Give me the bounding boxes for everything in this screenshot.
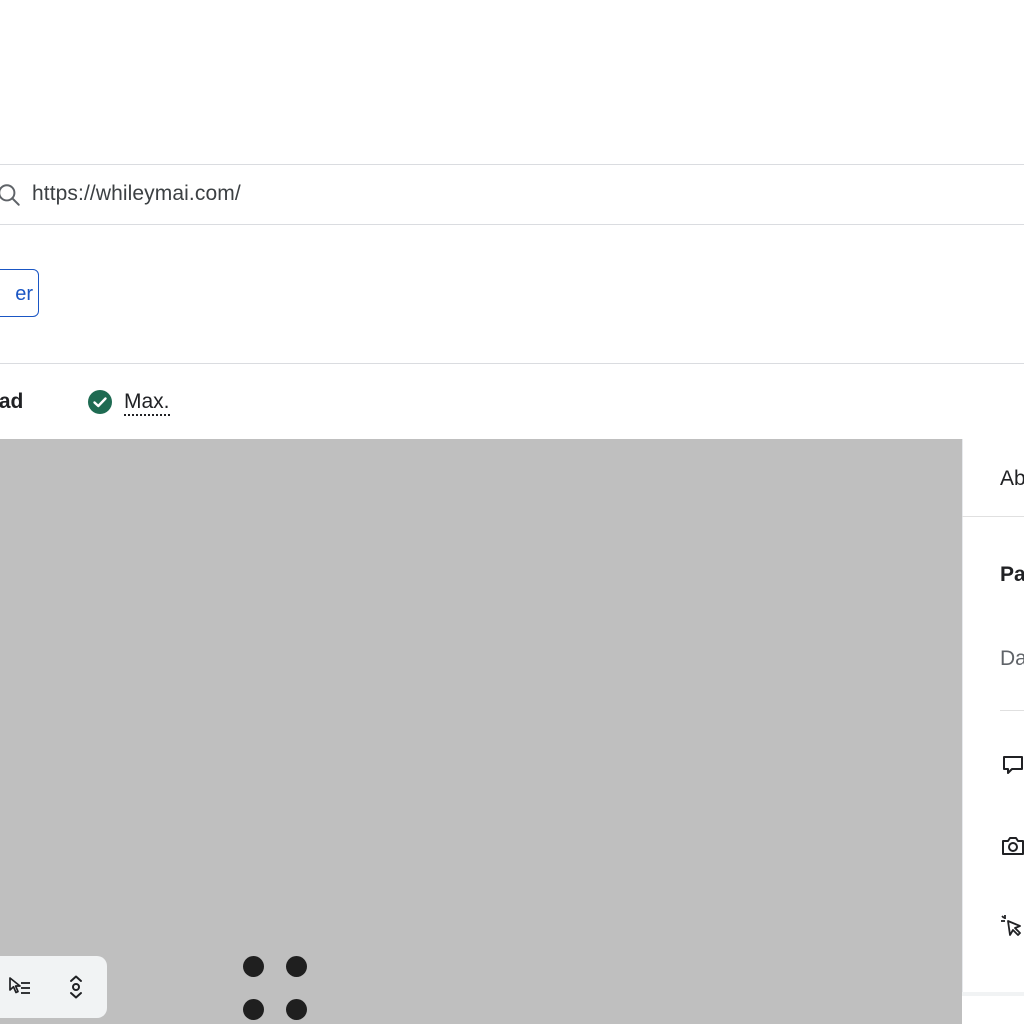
- partial-button-label: er: [15, 283, 33, 305]
- drag-dot: [243, 999, 264, 1020]
- right-panel-tab[interactable]: Ab: [1000, 467, 1024, 491]
- url-text[interactable]: https://whileymai.com/: [32, 182, 241, 206]
- right-panel-tab-divider: [962, 516, 1024, 517]
- url-bar[interactable]: https://whileymai.com/: [0, 165, 1024, 224]
- partial-button[interactable]: er: [0, 269, 39, 317]
- check-circle-icon: [88, 390, 112, 414]
- drag-dot: [286, 956, 307, 977]
- right-panel-border: [962, 439, 963, 1024]
- floating-toolbar: [0, 956, 107, 1018]
- right-panel-section-title: Pa: [1000, 563, 1024, 586]
- select-list-icon[interactable]: [6, 973, 34, 1001]
- drag-dots-icon[interactable]: [243, 956, 311, 1024]
- drag-dot: [286, 999, 307, 1020]
- max-label[interactable]: Max.: [124, 390, 170, 416]
- url-divider: [0, 224, 1024, 225]
- chat-reply-icon[interactable]: [1000, 752, 1024, 778]
- click-cursor-icon[interactable]: [1000, 913, 1024, 939]
- status-row: oad Max.: [0, 364, 1024, 438]
- expand-vertical-icon[interactable]: [62, 973, 90, 1001]
- search-icon: [0, 184, 20, 206]
- camera-icon[interactable]: [1000, 833, 1024, 859]
- canvas-area[interactable]: [0, 439, 962, 1024]
- status-left-label: oad: [0, 390, 24, 413]
- right-panel-section-item: Da: [1000, 647, 1024, 670]
- right-panel-footer: [962, 996, 1024, 1024]
- drag-dot: [243, 956, 264, 977]
- right-panel-section-divider: [1000, 710, 1024, 711]
- right-panel: Ab Pa Da: [962, 439, 1024, 1024]
